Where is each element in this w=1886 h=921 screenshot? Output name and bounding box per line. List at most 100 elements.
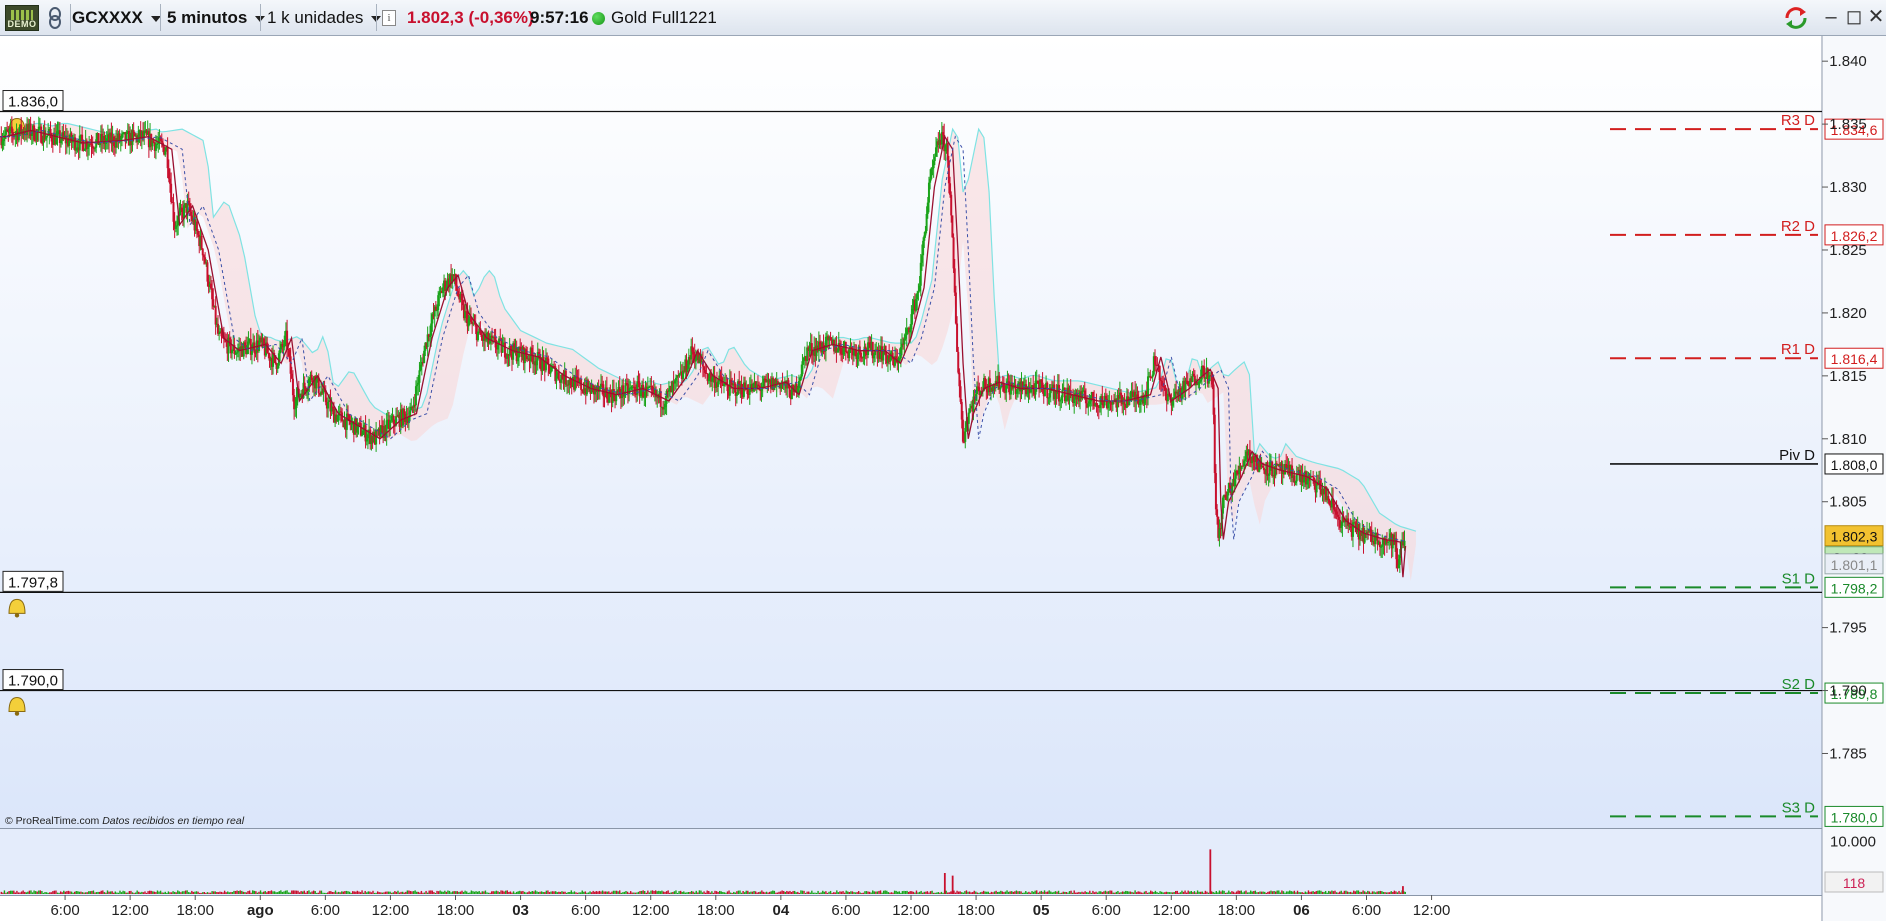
y-tick-label: 1.830 (1829, 179, 1867, 196)
y-tick-label: 1.785 (1829, 745, 1867, 762)
candle-body (1312, 476, 1315, 478)
x-tick-label: 18:00 (957, 902, 995, 919)
x-tick-label: 12:00 (632, 902, 670, 919)
x-tick-label: 6:00 (50, 902, 79, 919)
volume-tick-label: 10.000 (1830, 834, 1876, 851)
time-axis: 6:00 12:00 18:00 ago 6:00 12:00 18:00 03 6:00 12:… (50, 895, 1450, 919)
candle-body (45, 135, 48, 138)
x-tick-label: 18:00 (437, 902, 475, 919)
price-change: 1.802,3 (-0,36%) (407, 0, 534, 35)
units-selector[interactable]: 1 k unidades (267, 0, 382, 35)
units-label: 1 k unidades (267, 8, 364, 27)
x-tick-label: 6:00 (1092, 902, 1121, 919)
symbol-label: GCXXXX (72, 8, 143, 27)
secondary-price-label: 1.801,1 (1831, 557, 1878, 573)
sync-icon[interactable] (1783, 6, 1809, 30)
candle-body (418, 370, 421, 383)
pivot-name: Piv D (1779, 447, 1815, 464)
credit-source: © ProRealTime.com (5, 815, 100, 827)
candle-body (1214, 473, 1217, 510)
y-tick-label: 1.820 (1829, 305, 1867, 322)
bell-clapper (14, 711, 20, 716)
y-tick-label: 1.805 (1829, 494, 1867, 511)
x-tick-label: 18:00 (697, 902, 735, 919)
x-tick-label: ago (247, 902, 274, 919)
candle-body (967, 412, 970, 424)
x-tick-label: 12:00 (111, 902, 149, 919)
timeframe-label: 5 minutos (167, 8, 248, 27)
alert-value: 1.797,8 (8, 574, 58, 591)
live-status-icon (592, 12, 605, 26)
instrument-name: Gold Full1221 (592, 0, 717, 35)
link-icon[interactable] (45, 6, 65, 30)
instrument-label: Gold Full1221 (611, 8, 717, 27)
bell-icon (8, 697, 26, 713)
alert-value: 1.790,0 (8, 673, 58, 690)
pivot-value: 1.816,4 (1831, 351, 1878, 367)
candle-body (968, 408, 971, 413)
pivot-value: 1.808,0 (1831, 457, 1878, 473)
x-tick-label: 18:00 (1218, 902, 1256, 919)
last-price: 1.802,3 (407, 8, 464, 27)
y-tick-label: 1.790 (1829, 683, 1867, 700)
x-tick-label: 6:00 (1352, 902, 1381, 919)
bell-clapper (14, 613, 20, 618)
candle-body (200, 236, 203, 249)
y-tick-label: 1.815 (1829, 368, 1867, 385)
candle-body (1046, 382, 1049, 399)
demo-label: DEMO (7, 19, 37, 29)
chart-background (0, 36, 1822, 829)
x-tick-label: 06 (1293, 902, 1310, 919)
x-tick-label: 6:00 (311, 902, 340, 919)
alert-value: 1.836,0 (8, 94, 58, 111)
candle-body (1146, 376, 1149, 398)
bell-icon (8, 598, 26, 614)
info-icon[interactable]: i (382, 10, 396, 26)
pivot-value: 1.780,0 (1831, 809, 1878, 825)
x-tick-label: 6:00 (831, 902, 860, 919)
pivot-name: R2 D (1781, 218, 1815, 235)
volume-background (0, 829, 1822, 895)
demo-badge: DEMO (5, 5, 39, 31)
candle-body (659, 390, 662, 408)
data-credit: © ProRealTime.com Datos recibidos en tie… (5, 815, 244, 827)
credit-note: Datos recibidos en tiempo real (102, 815, 245, 827)
x-tick-label: 12:00 (1413, 902, 1451, 919)
close-icon[interactable]: ✕ (1865, 5, 1886, 29)
candle-body (1061, 389, 1064, 398)
y-tick-label: 1.835 (1829, 116, 1867, 133)
toolbar: DEMO GCXXXX 5 minutos 1 k unidades i 1.8… (0, 0, 1886, 36)
pivot-name: S3 D (1782, 799, 1816, 816)
candle-body (327, 401, 330, 409)
x-tick-label: 6:00 (571, 902, 600, 919)
candle-body (1216, 509, 1219, 517)
x-tick-label: 05 (1033, 902, 1050, 919)
pivot-name: S1 D (1782, 570, 1816, 587)
candle-body (933, 156, 936, 162)
price-chart[interactable]: R3 D1.834,6R2 D1.826,2R1 D1.816,4Piv D1.… (0, 36, 1886, 921)
symbol-selector[interactable]: GCXXXX (72, 0, 161, 35)
x-tick-label: 03 (512, 902, 529, 919)
candle-body (250, 350, 253, 355)
x-tick-label: 12:00 (892, 902, 930, 919)
candle-body (1203, 366, 1206, 379)
x-tick-label: 12:00 (372, 902, 410, 919)
volume-last-label: 118 (1843, 875, 1866, 891)
current-price-label: 1.802,3 (1831, 529, 1878, 545)
y-tick-label: 1.795 (1829, 620, 1867, 637)
y-tick-label: 1.810 (1829, 431, 1867, 448)
clock-time: 9:57:16 (530, 8, 589, 27)
candle-body (950, 194, 953, 216)
y-tick-label: 1.825 (1829, 242, 1867, 259)
timeframe-selector[interactable]: 5 minutos (167, 0, 266, 35)
y-tick-label: 1.840 (1829, 53, 1867, 70)
candle-body (1403, 540, 1406, 546)
pivot-name: R3 D (1781, 112, 1815, 129)
minimize-icon[interactable]: – (1820, 5, 1842, 29)
maximize-icon[interactable]: ◻ (1843, 5, 1865, 29)
percent-change: (-0,36%) (468, 8, 534, 27)
candle-body (557, 372, 560, 380)
x-tick-label: 12:00 (1153, 902, 1191, 919)
candle-body (860, 352, 863, 358)
candle-body (1057, 384, 1060, 402)
